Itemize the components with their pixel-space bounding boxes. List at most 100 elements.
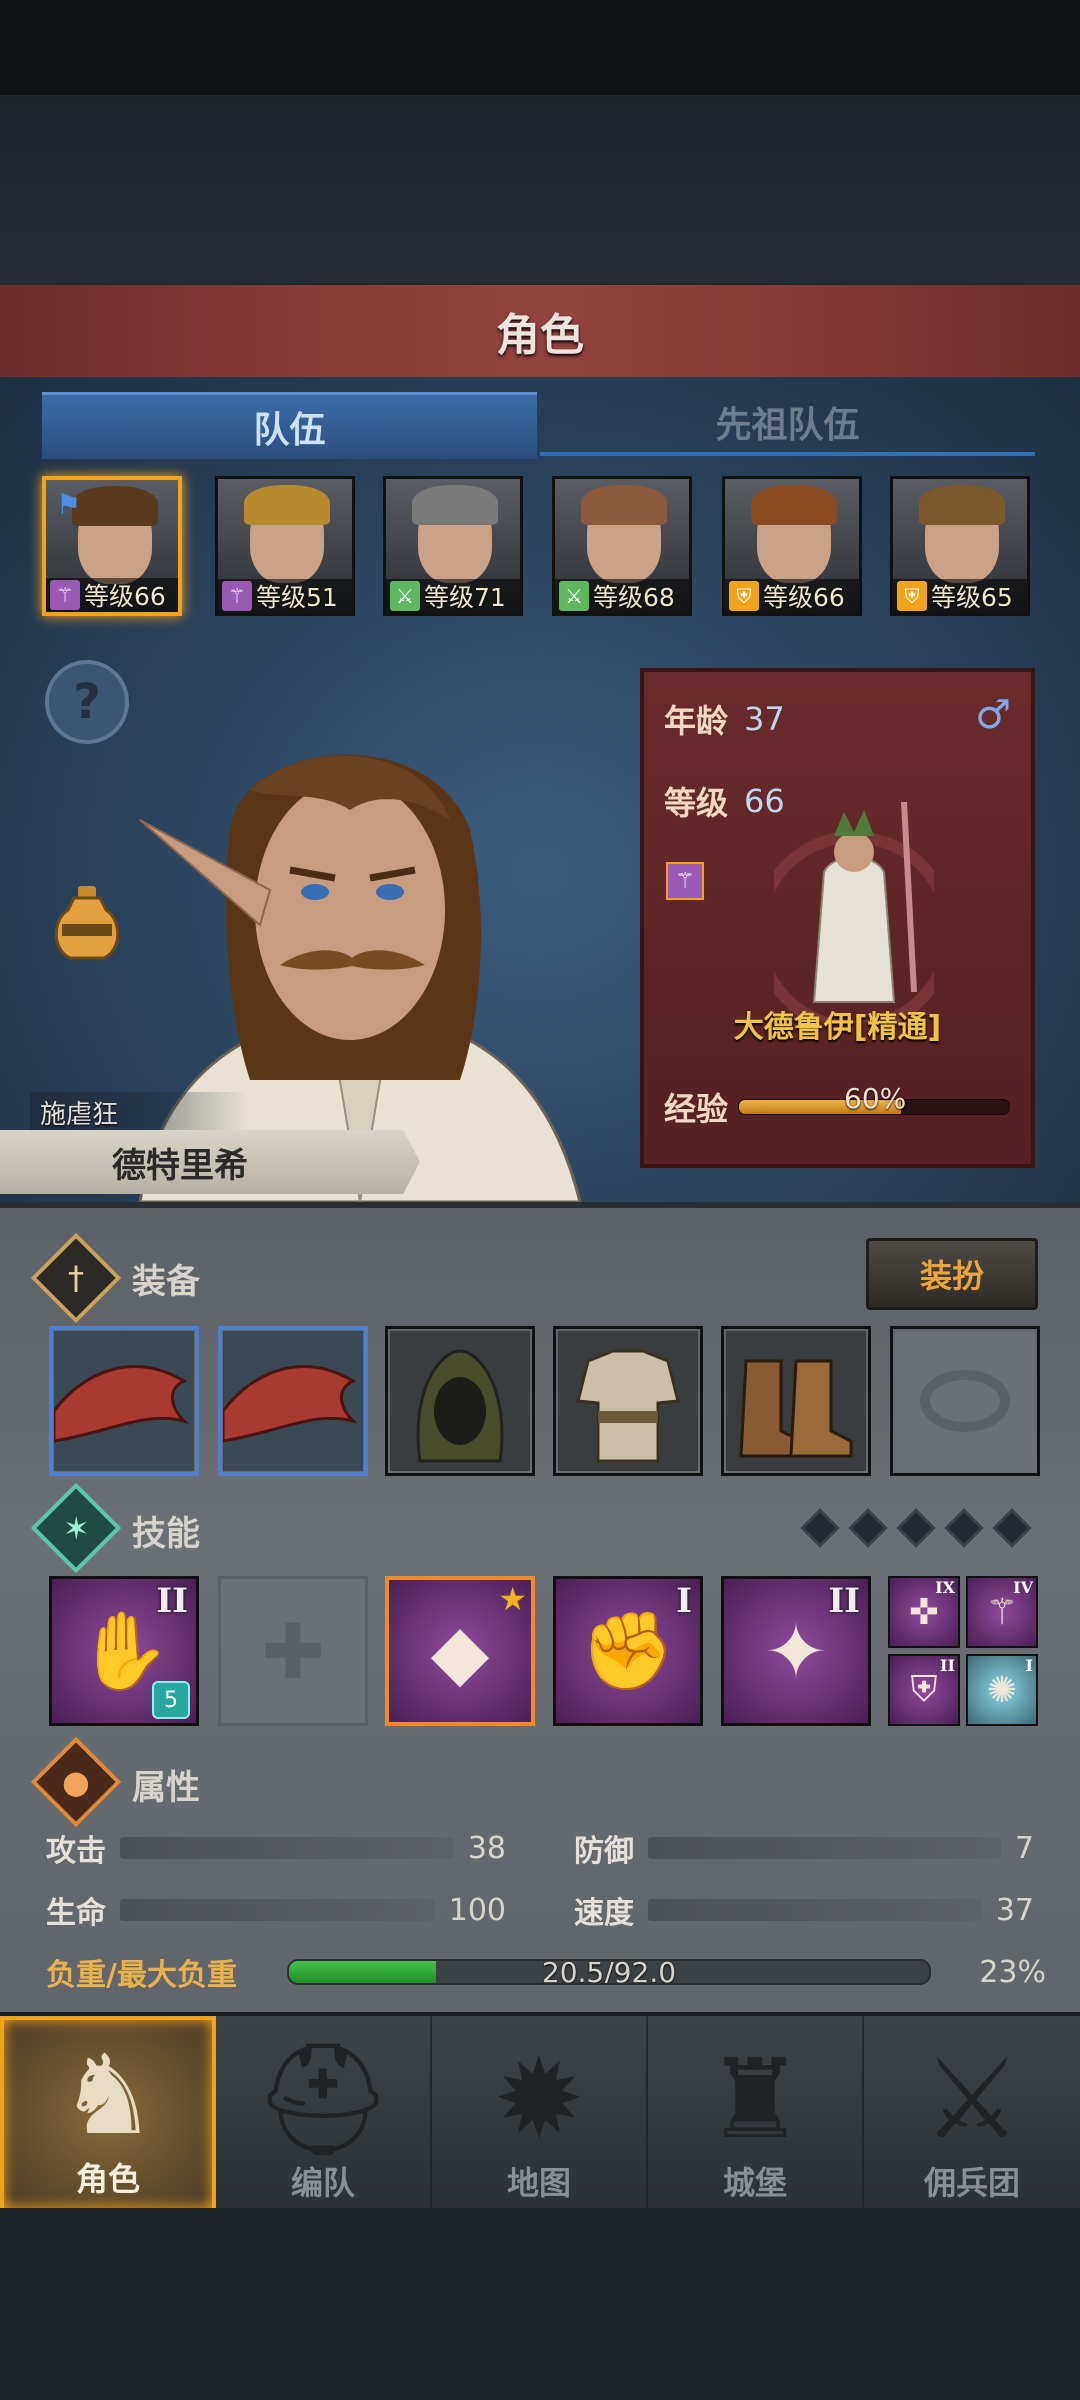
equipment-slot[interactable] xyxy=(890,1326,1040,1476)
skill-rank: I xyxy=(676,1581,692,1621)
crossed-swords-icon: ⚔ xyxy=(390,581,420,611)
shield-icon: ⛨ xyxy=(897,581,927,611)
title-banner: 角色 xyxy=(0,285,1080,381)
compass-map-icon: ✹ xyxy=(492,2035,586,2163)
attributes-title: 属性 xyxy=(132,1768,200,1808)
stat-health-value: 100 xyxy=(448,1892,506,1928)
person-icon: ● xyxy=(62,1762,90,1801)
equipment-slot[interactable] xyxy=(721,1326,871,1476)
skill-slot[interactable]: ✋ II 5 xyxy=(49,1576,199,1726)
team-member-portrait[interactable]: ⚚ 等级51 xyxy=(215,476,355,616)
portrait-level-text: 等级66 xyxy=(84,582,166,611)
nav-mercenaries-label: 佣兵团 xyxy=(923,2164,1020,2202)
portrait-level-text: 等级66 xyxy=(763,583,845,612)
portrait-level-bar: ⚚ 等级66 xyxy=(46,578,178,612)
hair-icon xyxy=(412,485,498,525)
team-member-portrait[interactable]: ⛨ 等级66 xyxy=(722,476,862,616)
nav-map[interactable]: ✹ 地图 xyxy=(432,2016,648,2212)
equipment-slot[interactable] xyxy=(218,1326,368,1476)
exp-label: 经验 xyxy=(664,1090,729,1128)
shield-icon: ⛨ xyxy=(729,581,759,611)
equipment-slot[interactable] xyxy=(49,1326,199,1476)
dress-up-button[interactable]: 装扮 xyxy=(866,1238,1038,1310)
boots-icon xyxy=(726,1331,866,1471)
tab-ancestor-team-label: 先祖队伍 xyxy=(715,405,860,446)
stat-defense-label: 防御 xyxy=(574,1834,634,1869)
red-wing-weapon-icon xyxy=(53,1331,194,1471)
portrait-level-bar: ⛨ 等级65 xyxy=(893,579,1027,613)
skill-slot[interactable]: ◆ ★ xyxy=(385,1576,535,1726)
skills-title: 技能 xyxy=(132,1514,200,1554)
team-member-portrait[interactable]: ⚔ 等级71 xyxy=(383,476,523,616)
red-wing-weapon-icon xyxy=(222,1331,363,1471)
hood-icon xyxy=(390,1331,530,1471)
nav-character-label: 角色 xyxy=(75,2160,140,2198)
passive-skill-slot[interactable]: ⛨ II xyxy=(888,1654,960,1726)
load-bar: 20.5/92.0 xyxy=(286,1959,931,1985)
team-member-portrait[interactable]: ⛨ 等级65 xyxy=(890,476,1030,616)
crossed-swords-icon: ⚔ xyxy=(559,581,589,611)
passive-skill-slot[interactable]: ✜ IX xyxy=(888,1576,960,1648)
top-backdrop xyxy=(0,95,1080,285)
stat-speed: 速度 37 xyxy=(574,1888,1034,1932)
skill-level-badge: 5 xyxy=(152,1681,190,1719)
skill-rank: II xyxy=(828,1581,860,1621)
hero-info-card: 年龄 37 ♂ 等级 66 ⚚ 大德鲁伊[精通] 经验 60% xyxy=(640,668,1035,1168)
sun-spear-icon: ✦ xyxy=(764,1606,828,1696)
stat-defense: 防御 7 xyxy=(574,1826,1034,1870)
portrait-level-bar: ⚔ 等级68 xyxy=(555,579,689,613)
age-row: 年龄 37 xyxy=(664,696,785,742)
tab-team[interactable]: 队伍 xyxy=(42,392,537,459)
stat-defense-bar xyxy=(648,1837,1001,1859)
equipment-slot[interactable] xyxy=(553,1326,703,1476)
star-burst-icon: ✶ xyxy=(62,1509,90,1547)
nav-castle[interactable]: ♜ 城堡 xyxy=(648,2016,864,2212)
load-value: 20.5/92.0 xyxy=(541,1959,677,1985)
passive-skill-slot[interactable]: ⚚ IV xyxy=(966,1576,1038,1648)
nav-mercenaries[interactable]: ⚔ 佣兵团 xyxy=(864,2016,1080,2212)
nav-formation[interactable]: ⛑ 编队 xyxy=(216,2016,432,2212)
status-bar-area xyxy=(0,0,1080,95)
passive-skill-slot[interactable]: ✺ I xyxy=(966,1654,1038,1726)
skill-slot[interactable]: ✊ I xyxy=(553,1576,703,1726)
team-member-portrait[interactable]: ⚑ ⚚ 等级66 xyxy=(42,476,182,616)
level-label: 等级 xyxy=(664,784,729,822)
stat-speed-label: 速度 xyxy=(574,1896,634,1931)
flag-icon: ⚑ xyxy=(56,488,82,521)
class-staff-icon: ⚚ xyxy=(666,862,704,900)
skill-point-diamond xyxy=(992,1508,1032,1548)
load-label: 负重/最大负重 xyxy=(46,1958,237,1993)
age-value: 37 xyxy=(744,700,785,738)
load-percent: 23% xyxy=(979,1954,1046,1990)
staff-icon: ⚚ xyxy=(222,581,252,611)
dagger-icon: † xyxy=(68,1259,84,1297)
stat-attack-bar xyxy=(120,1837,454,1859)
equipment-section-icon: † xyxy=(30,1232,122,1324)
stat-health-bar xyxy=(120,1899,435,1921)
hero-name-plate[interactable]: 德特里希 xyxy=(0,1130,420,1194)
crystal-tornado-icon: ◆ xyxy=(430,1606,490,1696)
castle-icon: ♜ xyxy=(705,2035,805,2163)
empty-cross-slot-icon: ✚ xyxy=(261,1606,325,1696)
equipment-title: 装备 xyxy=(132,1262,200,1302)
skill-point-diamond xyxy=(944,1508,984,1548)
exp-row: 经验 xyxy=(664,1084,1011,1130)
stat-health-label: 生命 xyxy=(46,1896,106,1931)
skill-slot[interactable]: ✚ xyxy=(218,1576,368,1726)
tab-ancestor-team[interactable]: 先祖队伍 xyxy=(540,392,1035,456)
crystal-fist-icon: ✊ xyxy=(580,1606,676,1695)
skill-slot[interactable]: ✦ II xyxy=(721,1576,871,1726)
tab-team-label: 队伍 xyxy=(253,410,326,451)
nav-character[interactable]: ♞ 角色 xyxy=(0,2016,216,2212)
burst-icon: ✺ xyxy=(986,1669,1018,1711)
portrait-level-text: 等级65 xyxy=(931,583,1013,612)
team-member-portrait[interactable]: ⚔ 等级68 xyxy=(552,476,692,616)
equipment-slot[interactable] xyxy=(385,1326,535,1476)
portrait-level-bar: ⚚ 等级51 xyxy=(218,579,352,613)
skill-point-diamond xyxy=(800,1508,840,1548)
level-row: 等级 66 xyxy=(664,778,785,824)
class-figure-icon xyxy=(753,792,955,1033)
skills-section-icon: ✶ xyxy=(30,1482,122,1574)
staff-icon: ⚚ xyxy=(50,580,80,610)
exp-percent: 60% xyxy=(844,1082,907,1115)
